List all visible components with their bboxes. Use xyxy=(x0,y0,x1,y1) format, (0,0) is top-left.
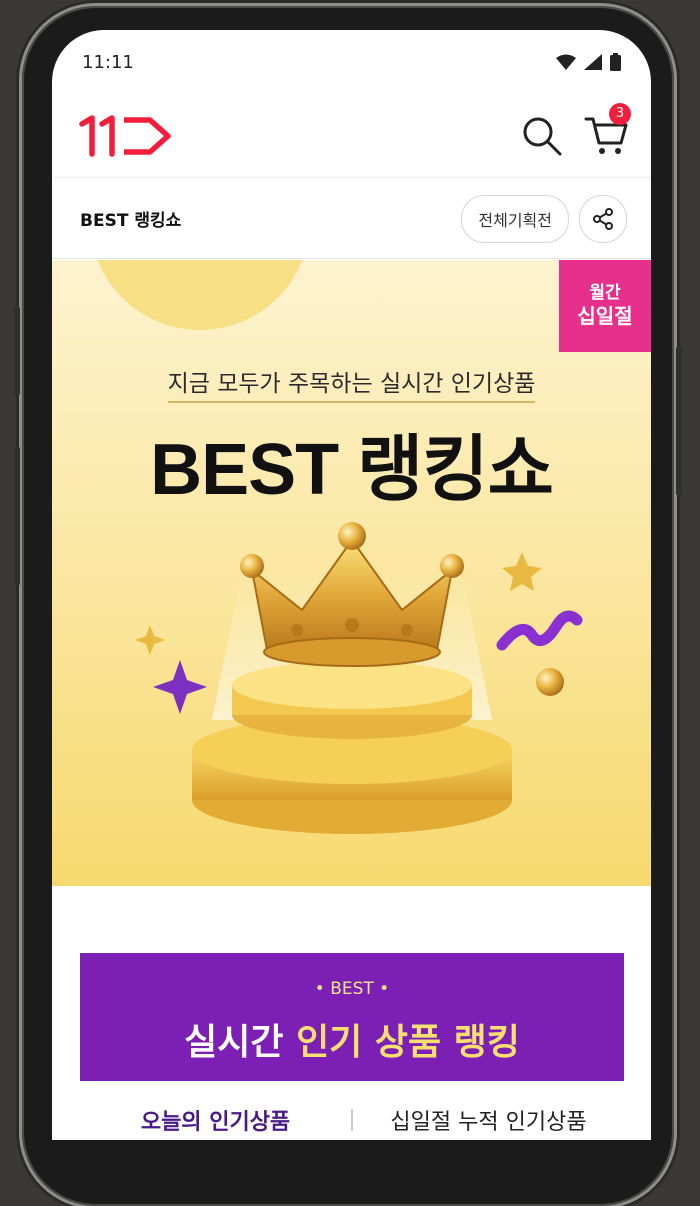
side-button xyxy=(676,346,682,496)
app-bar-actions: 3 xyxy=(521,102,631,159)
sub-header: BEST 랭킹쇼 전체기획전 xyxy=(52,179,651,259)
crown-podium-illustration xyxy=(135,522,583,834)
hero-subtitle-text: 지금 모두가 주목하는 실시간 인기상품 xyxy=(167,371,536,403)
hero-title: BEST 랭킹쇼 xyxy=(150,430,554,510)
tab-today-popular[interactable]: 오늘의 인기상품 xyxy=(80,1104,351,1136)
ranking-tabs: 오늘의 인기상품 십일절 누적 인기상품 xyxy=(80,1100,624,1140)
status-time: 11:11 xyxy=(82,51,134,73)
cart-count-badge: 3 xyxy=(609,102,631,125)
ranking-banner-label: • BEST • xyxy=(314,979,390,999)
cellular-signal-icon xyxy=(584,54,602,70)
app-bar: 3 xyxy=(52,94,651,178)
decorative-circle xyxy=(90,260,310,330)
promo-badge-line1: 월간 xyxy=(589,282,621,303)
tab-cumulative-popular[interactable]: 십일절 누적 인기상품 xyxy=(353,1104,624,1136)
ranking-title-part2: 인기 상품 랭킹 xyxy=(296,1022,520,1063)
phone-screen: 11:11 3 BEST 랭킹쇼 전체기획전 월간 십일절 지금 모두가 주목하… xyxy=(52,30,651,1140)
page-title: BEST 랭킹쇼 xyxy=(80,211,182,231)
status-icons xyxy=(556,53,621,71)
promo-badge: 월간 십일절 xyxy=(559,260,651,352)
battery-icon xyxy=(610,53,621,71)
ranking-title-part1: 실시간 xyxy=(184,1022,284,1063)
cart-button[interactable]: 3 xyxy=(583,102,631,159)
hero-subtitle: 지금 모두가 주목하는 실시간 인기상품 xyxy=(52,364,651,403)
share-icon xyxy=(593,207,613,230)
search-icon[interactable] xyxy=(521,115,563,157)
wifi-icon xyxy=(556,54,576,70)
power-button xyxy=(14,446,20,586)
realtime-ranking-banner[interactable]: • BEST • 실시간 인기 상품 랭킹 xyxy=(80,953,624,1081)
ranking-banner-title: 실시간 인기 상품 랭킹 xyxy=(80,1013,624,1065)
share-button[interactable] xyxy=(579,194,627,243)
volume-button xyxy=(14,306,20,396)
promo-badge-line2: 십일절 xyxy=(577,304,633,329)
11st-logo-icon[interactable] xyxy=(78,114,174,158)
hero-banner[interactable]: 월간 십일절 지금 모두가 주목하는 실시간 인기상품 BEST 랭킹쇼 xyxy=(52,260,651,886)
status-bar: 11:11 xyxy=(52,30,651,94)
all-events-button[interactable]: 전체기획전 xyxy=(461,194,569,243)
sub-header-actions: 전체기획전 xyxy=(461,194,627,243)
